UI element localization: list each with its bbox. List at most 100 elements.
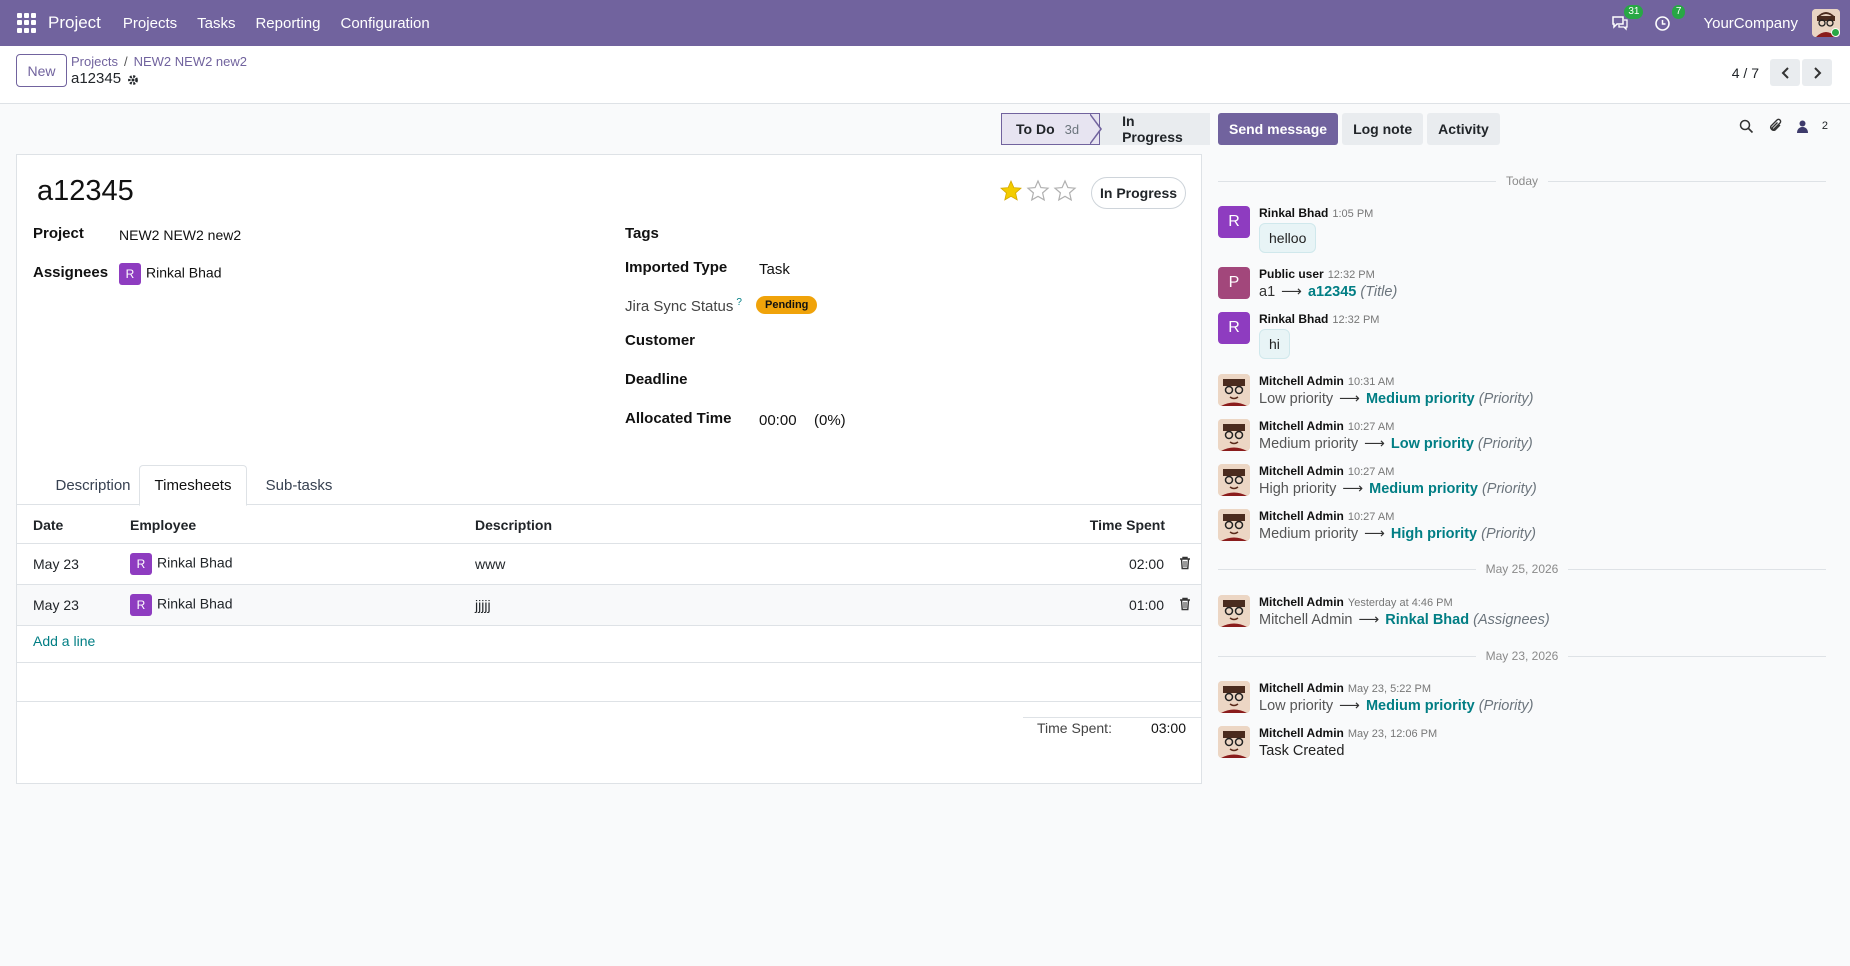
date-separator-label: May 25, 2026 bbox=[1485, 562, 1559, 576]
activity-clock-icon[interactable]: 7 bbox=[1651, 5, 1686, 34]
mitchell-avatar[interactable] bbox=[1218, 374, 1250, 406]
author-name[interactable]: Mitchell Admin bbox=[1259, 681, 1344, 695]
pager-value[interactable]: 4 / 7 bbox=[1732, 65, 1759, 81]
log-note-button[interactable]: Log note bbox=[1342, 113, 1424, 145]
pager-previous-button[interactable] bbox=[1770, 59, 1800, 86]
stage-duration: 3d bbox=[1064, 121, 1080, 137]
star-empty-icon[interactable] bbox=[1053, 179, 1077, 203]
breadcrumb-project[interactable]: NEW2 NEW2 new2 bbox=[134, 54, 247, 69]
menu-configuration[interactable]: Configuration bbox=[331, 15, 440, 32]
form-sheet: a12345 In Progress Project NEW2 NEW2 new… bbox=[16, 154, 1202, 784]
date-separator-label: May 23, 2026 bbox=[1485, 649, 1559, 663]
star-empty-icon[interactable] bbox=[1026, 179, 1050, 203]
tags-label: Tags bbox=[625, 225, 659, 242]
assignees-field[interactable]: R Rinkal Bhad bbox=[119, 263, 222, 285]
imported-type-field[interactable]: Task bbox=[759, 261, 790, 278]
project-field[interactable]: NEW2 NEW2 new2 bbox=[119, 227, 241, 243]
mitchell-avatar[interactable] bbox=[1218, 681, 1250, 713]
table-row[interactable]: May 23 R Rinkal Bhad www 02:00 bbox=[17, 544, 1201, 585]
author-name[interactable]: Mitchell Admin bbox=[1259, 595, 1344, 609]
priority-stars[interactable] bbox=[999, 179, 1080, 203]
author-avatar[interactable]: R bbox=[1218, 312, 1250, 344]
followers-icon[interactable]: 2 bbox=[1796, 120, 1828, 133]
task-title[interactable]: a12345 bbox=[37, 175, 134, 208]
help-tooltip-icon[interactable]: ? bbox=[736, 297, 742, 308]
trash-icon[interactable] bbox=[1179, 556, 1191, 570]
paperclip-icon[interactable] bbox=[1768, 118, 1783, 134]
author-name[interactable]: Mitchell Admin bbox=[1259, 509, 1344, 523]
user-avatar[interactable] bbox=[1812, 9, 1840, 37]
record-title: a12345 bbox=[71, 70, 122, 87]
author-name[interactable]: Mitchell Admin bbox=[1259, 419, 1344, 433]
author-name[interactable]: Mitchell Admin bbox=[1259, 726, 1344, 740]
changed-field: (Priority) bbox=[1478, 391, 1534, 407]
message-header: Mitchell Admin 10:27 AM bbox=[1259, 419, 1394, 433]
stage-todo[interactable]: To Do 3d bbox=[1001, 113, 1101, 145]
menu-reporting[interactable]: Reporting bbox=[245, 15, 330, 32]
mitchell-avatar[interactable] bbox=[1218, 419, 1250, 451]
date-separator: May 23, 2026 bbox=[1218, 649, 1826, 663]
gear-icon[interactable] bbox=[127, 73, 139, 85]
menu-projects[interactable]: Projects bbox=[113, 15, 187, 32]
arrow-right-icon: ⟶ bbox=[1339, 698, 1360, 714]
stage-in-progress[interactable]: In Progress bbox=[1100, 113, 1211, 145]
assignees-label: Assignees bbox=[33, 264, 109, 281]
tab-timesheets[interactable]: Timesheets bbox=[139, 465, 247, 506]
arrow-right-icon: ⟶ bbox=[1281, 284, 1302, 300]
trash-icon[interactable] bbox=[1179, 597, 1191, 611]
table-row[interactable]: May 23 R Rinkal Bhad jjjjj 01:00 bbox=[17, 585, 1201, 626]
author-name[interactable]: Mitchell Admin bbox=[1259, 374, 1344, 388]
tab-sub-tasks[interactable]: Sub-tasks bbox=[253, 465, 345, 505]
message-time: May 23, 5:22 PM bbox=[1347, 683, 1432, 695]
activities-badge: 7 bbox=[1671, 5, 1686, 19]
old-value: Low priority bbox=[1259, 391, 1334, 407]
message-header: Rinkal Bhad 12:32 PM bbox=[1259, 312, 1379, 326]
new-value: Medium priority bbox=[1365, 698, 1475, 714]
author-avatar[interactable]: R bbox=[1218, 206, 1250, 238]
author-name[interactable]: Rinkal Bhad bbox=[1259, 312, 1328, 326]
customer-label: Customer bbox=[625, 332, 696, 349]
send-message-button[interactable]: Send message bbox=[1218, 113, 1339, 145]
app-menu-icon[interactable] bbox=[17, 13, 37, 33]
new-button[interactable]: New bbox=[16, 54, 67, 87]
company-switcher[interactable]: YourCompany bbox=[1703, 15, 1798, 32]
state-button[interactable]: In Progress bbox=[1091, 177, 1186, 209]
breadcrumb-separator: / bbox=[123, 54, 128, 69]
app-brand[interactable]: Project bbox=[48, 13, 101, 33]
new-value: Medium priority bbox=[1365, 391, 1475, 407]
tracking-change: Low priority ⟶ Medium priority (Priority) bbox=[1259, 698, 1534, 714]
author-name[interactable]: Rinkal Bhad bbox=[1259, 206, 1328, 220]
author-avatar[interactable]: P bbox=[1218, 267, 1250, 299]
message-time: May 23, 12:06 PM bbox=[1347, 728, 1438, 740]
stage-statusbar: To Do 3d In Progress bbox=[1001, 113, 1211, 145]
column-time-spent[interactable]: Time Spent bbox=[1090, 517, 1165, 533]
author-name[interactable]: Mitchell Admin bbox=[1259, 464, 1344, 478]
author-name[interactable]: Public user bbox=[1259, 267, 1324, 281]
new-value: Low priority bbox=[1390, 436, 1474, 452]
allocated-time-field[interactable]: 00:00 bbox=[759, 412, 797, 429]
mitchell-avatar[interactable] bbox=[1218, 595, 1250, 627]
menu-tasks[interactable]: Tasks bbox=[187, 15, 245, 32]
mitchell-avatar[interactable] bbox=[1218, 726, 1250, 758]
column-description[interactable]: Description bbox=[475, 517, 552, 533]
pager-next-button[interactable] bbox=[1802, 59, 1832, 86]
star-filled-icon[interactable] bbox=[999, 179, 1023, 203]
tracking-change: Medium priority ⟶ High priority (Priority) bbox=[1259, 526, 1536, 542]
online-status-dot bbox=[1831, 28, 1840, 37]
column-employee[interactable]: Employee bbox=[130, 517, 196, 533]
mitchell-avatar[interactable] bbox=[1218, 509, 1250, 541]
breadcrumb-projects[interactable]: Projects bbox=[71, 54, 118, 69]
activity-button[interactable]: Activity bbox=[1427, 113, 1500, 145]
changed-field: (Priority) bbox=[1481, 526, 1536, 542]
stage-arrow-fill bbox=[1089, 114, 1100, 144]
add-line-link[interactable]: Add a line bbox=[33, 633, 95, 649]
message-time: 12:32 PM bbox=[1332, 314, 1380, 326]
tab-description[interactable]: Description bbox=[33, 465, 153, 505]
mitchell-avatar[interactable] bbox=[1218, 464, 1250, 496]
pager: 4 / 7 bbox=[1732, 59, 1832, 86]
messaging-icon[interactable]: 31 bbox=[1609, 5, 1644, 34]
column-date[interactable]: Date bbox=[33, 517, 63, 533]
deadline-label: Deadline bbox=[625, 371, 688, 388]
search-icon[interactable] bbox=[1739, 119, 1754, 134]
message-header: Mitchell Admin 10:31 AM bbox=[1259, 374, 1394, 388]
